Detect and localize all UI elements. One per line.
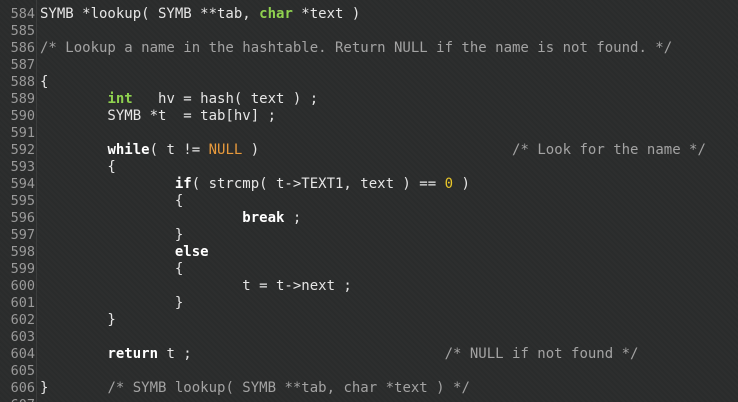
code-token-plain: } xyxy=(40,312,116,328)
line-number: 595 xyxy=(10,193,35,209)
code-token-plain: *text ) xyxy=(292,6,361,22)
code-line[interactable]: if( strcmp( t->TEXT1, text ) == 0 ) xyxy=(40,176,470,193)
code-token-plain: { xyxy=(40,261,184,277)
code-line[interactable]: t = t->next ; xyxy=(40,278,352,295)
line-number: 600 xyxy=(10,278,35,294)
line-number: 594 xyxy=(10,176,35,192)
line-number: 593 xyxy=(10,159,35,175)
code-token-bold: else xyxy=(174,244,209,260)
code-line[interactable]: { xyxy=(40,74,48,91)
code-token-plain: SYMB *lookup( SYMB **tab, xyxy=(40,6,260,22)
line-number: 599 xyxy=(10,261,35,277)
line-number: 606 xyxy=(10,380,35,396)
code-token-plain: } xyxy=(40,227,184,243)
code-line[interactable]: else xyxy=(40,244,209,261)
code-token-plain: hv = hash( text ) ; xyxy=(132,91,319,107)
code-line[interactable]: /* Lookup a name in the hashtable. Retur… xyxy=(40,40,672,57)
line-number: 603 xyxy=(10,329,35,345)
line-number: 601 xyxy=(10,295,35,311)
code-line[interactable]: { xyxy=(40,159,116,176)
code-token-kw: int xyxy=(107,91,133,107)
line-number: 604 xyxy=(10,346,35,362)
code-line[interactable]: break ; xyxy=(40,210,301,227)
line-number: 588 xyxy=(10,74,35,90)
code-token-plain: SYMB *t = tab[hv] ; xyxy=(40,108,277,124)
line-number: 602 xyxy=(10,312,35,328)
code-line[interactable]: } xyxy=(40,312,116,329)
code-token-num: 0 xyxy=(444,176,454,192)
line-number: 591 xyxy=(10,125,35,141)
code-token-plain: ) xyxy=(453,176,470,192)
code-token-kw: char xyxy=(259,6,293,22)
code-line[interactable]: SYMB *lookup( SYMB **tab, char *text ) xyxy=(40,6,360,23)
code-token-bold: return xyxy=(107,346,159,362)
line-number: 584 xyxy=(10,6,35,22)
code-token-plain: { xyxy=(40,193,184,209)
code-token-plain: ) xyxy=(242,142,513,158)
line-number: 590 xyxy=(10,108,35,124)
line-number: 596 xyxy=(10,210,35,226)
code-line[interactable]: { xyxy=(40,193,183,210)
code-token-plain: } xyxy=(40,295,184,311)
line-number-gutter: 584 585 586 587 588 589 590 591 592 593 594 595 596 5… xyxy=(0,0,37,402)
line-number: 597 xyxy=(10,227,35,243)
code-token-plain: t = t->next ; xyxy=(40,278,352,294)
line-number: 586 xyxy=(10,40,35,56)
code-token-cm: /* Lookup a name in the hashtable. Retur… xyxy=(40,40,673,56)
code-token-const: NULL xyxy=(208,142,243,158)
line-number: 605 xyxy=(10,363,35,379)
code-token-cm: /* SYMB lookup( SYMB **tab, char *text )… xyxy=(107,380,470,396)
code-line[interactable]: SYMB *t = tab[hv] ; xyxy=(40,108,276,125)
line-number: 598 xyxy=(10,244,35,260)
code-token-plain: } xyxy=(40,380,108,396)
code-token-plain: { xyxy=(40,159,116,175)
code-token-plain: ( strcmp( t->TEXT1, text ) == xyxy=(191,176,445,192)
code-line[interactable]: int hv = hash( text ) ; xyxy=(40,91,318,108)
code-token-bold: while xyxy=(107,142,150,158)
code-token-plain: ( t != xyxy=(149,142,209,158)
code-line[interactable]: } xyxy=(40,227,183,244)
code-area[interactable]: SYMB *lookup( SYMB **tab, char *text ) /*… xyxy=(40,0,738,402)
code-line[interactable]: return t ; /* NULL if not found */ xyxy=(40,346,638,363)
code-line[interactable]: } /* SYMB lookup( SYMB **tab, char *text… xyxy=(40,380,470,397)
code-line[interactable]: { xyxy=(40,261,183,278)
line-number: 607 xyxy=(0,397,35,402)
code-editor[interactable]: 584 585 586 587 588 589 590 591 592 593 594 595 596 5… xyxy=(0,0,738,402)
code-token-plain: { xyxy=(40,74,49,90)
code-token-plain: ; xyxy=(284,210,302,226)
code-line[interactable]: while( t != NULL ) /* Look for the name … xyxy=(40,142,706,159)
code-token-cm: /* NULL if not found */ xyxy=(444,346,639,362)
line-number: 587 xyxy=(10,57,35,73)
code-token-bold: if xyxy=(174,176,192,192)
code-token-cm: /* Look for the name */ xyxy=(512,142,706,158)
code-token-bold: break xyxy=(242,210,285,226)
line-number: 585 xyxy=(10,23,35,39)
line-number: 592 xyxy=(10,142,35,158)
code-line[interactable]: } xyxy=(40,295,183,312)
line-number: 589 xyxy=(10,91,35,107)
code-token-plain: t ; xyxy=(158,346,445,362)
